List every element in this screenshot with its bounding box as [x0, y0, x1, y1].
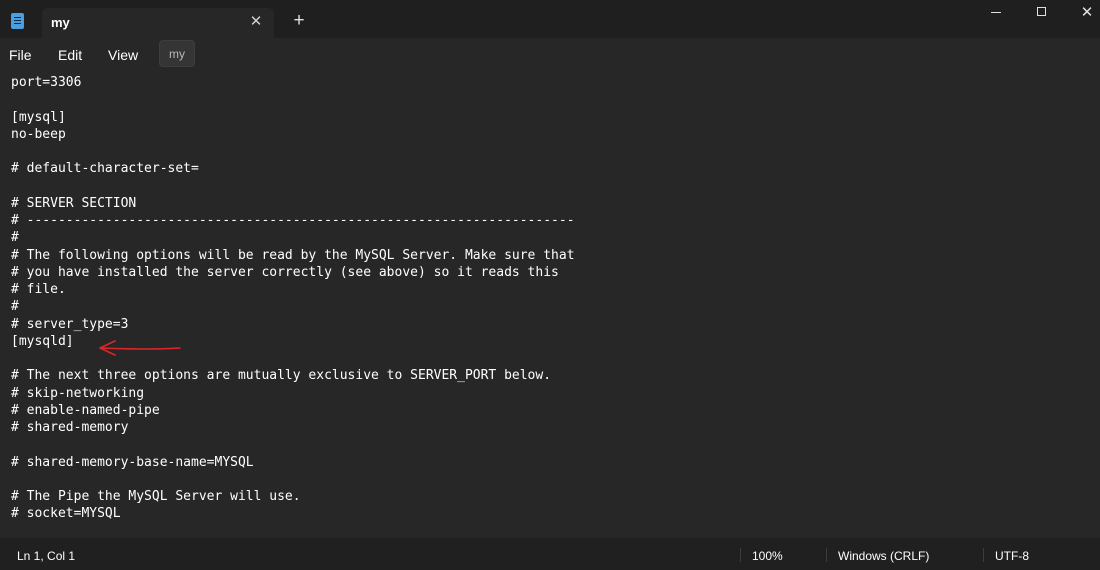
notepad-window: my ✕ + ✕ File Edit View my port=3306 [mys…: [0, 0, 1100, 570]
status-divider: [826, 548, 827, 562]
annotation-arrow-icon: [99, 340, 181, 356]
tab-title: my: [51, 15, 70, 30]
tab-tooltip: my: [159, 40, 195, 67]
new-tab-button[interactable]: +: [289, 11, 309, 31]
status-divider: [740, 548, 741, 562]
tab-my[interactable]: my ✕: [42, 8, 274, 38]
editor-line: # The Pipe the MySQL Server will use.: [11, 489, 301, 504]
menu-file[interactable]: File: [9, 47, 32, 63]
menu-edit[interactable]: Edit: [58, 47, 82, 63]
close-tab-icon[interactable]: ✕: [246, 12, 266, 32]
menu-view[interactable]: View: [108, 47, 138, 63]
close-window-button[interactable]: ✕: [1064, 0, 1100, 26]
editor-line: # you have installed the server correctl…: [11, 264, 559, 280]
maximize-icon: [1036, 7, 1046, 16]
title-bar: my ✕ + ✕: [0, 0, 1100, 38]
editor-line: # enable-named-pipe: [11, 402, 160, 418]
text-editor[interactable]: port=3306 [mysql] no-beep # default-charact…: [0, 71, 1100, 538]
editor-line: # --------------------------------------…: [11, 213, 575, 228]
status-divider: [983, 548, 984, 562]
editor-line: # server_type=3: [11, 316, 129, 332]
editor-line: # shared-memory-base-name=MYSQL: [11, 454, 254, 470]
editor-line: # file.: [11, 282, 66, 297]
editor-line: # default-character-set=: [11, 161, 199, 177]
cursor-position: Ln 1, Col 1: [17, 549, 76, 563]
editor-line: [mysql]: [11, 109, 66, 125]
editor-line: # The following options will be read by …: [11, 247, 575, 263]
editor-line: # The next three options are mutually ex…: [11, 368, 552, 384]
editor-line: #: [11, 299, 19, 315]
close-icon: ✕: [1080, 4, 1094, 21]
line-ending[interactable]: Windows (CRLF): [838, 549, 929, 563]
maximize-button[interactable]: [1018, 0, 1064, 26]
status-bar: Ln 1, Col 1 100% Windows (CRLF) UTF-8: [0, 538, 1100, 570]
editor-line: # socket=MYSQL: [11, 506, 121, 522]
encoding[interactable]: UTF-8: [995, 549, 1029, 563]
editor-line: #: [11, 230, 19, 246]
notepad-icon: [11, 13, 24, 29]
editor-line: [mysqld]: [11, 333, 74, 349]
editor-line: # SERVER SECTION: [11, 195, 137, 211]
editor-line: port=3306: [11, 75, 82, 90]
zoom-level[interactable]: 100%: [752, 549, 783, 563]
editor-line: # skip-networking: [11, 385, 145, 401]
minimize-button[interactable]: [973, 0, 1019, 26]
minimize-icon: [991, 12, 1001, 13]
editor-line: no-beep: [11, 126, 66, 142]
editor-line: # shared-memory: [11, 420, 129, 435]
